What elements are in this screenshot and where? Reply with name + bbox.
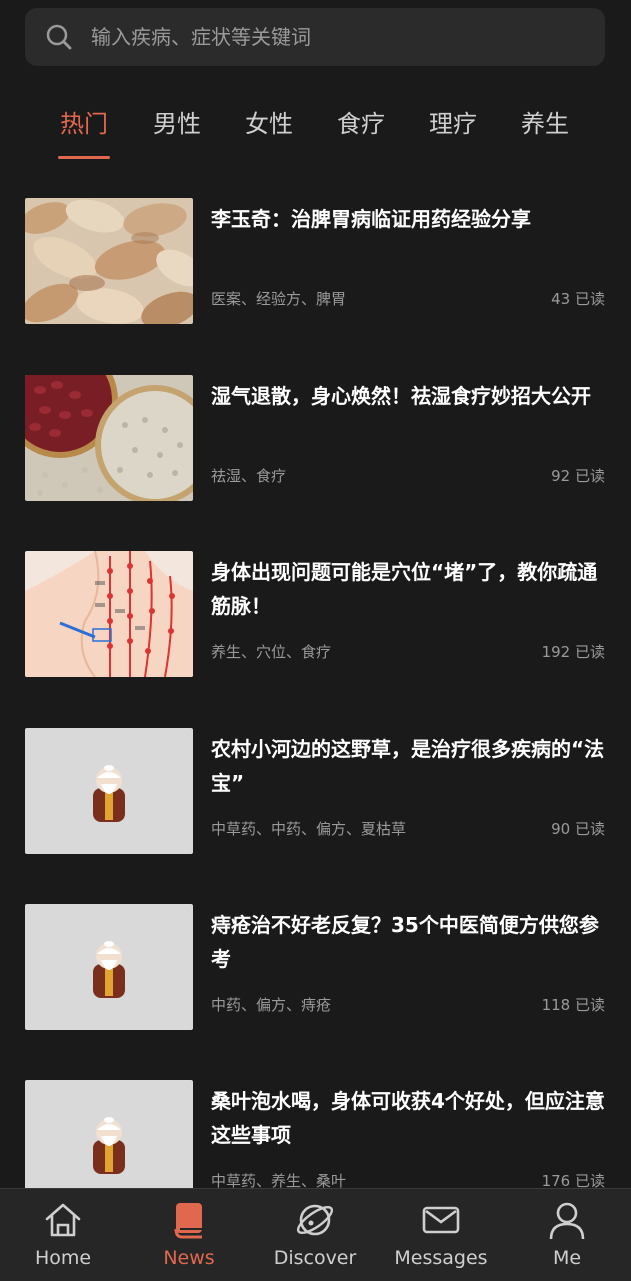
tab-label: 养生: [521, 110, 569, 138]
search-input[interactable]: [89, 24, 573, 50]
article-item[interactable]: 痔疮治不好老反复？35个中医简便方供您参考 中药、偏方、痔疮 118 已读: [25, 904, 605, 1030]
tab-hot[interactable]: 热门: [49, 106, 119, 159]
tab-label: 热门: [60, 110, 108, 138]
search-icon: [46, 24, 72, 50]
tab-label: 理疗: [429, 110, 477, 138]
article-title: 湿气退散，身心焕然！祛湿食疗妙招大公开: [211, 384, 591, 408]
nav-label: Home: [34, 1247, 92, 1269]
nav-label: News: [163, 1247, 215, 1269]
bottom-nav: Home News Discover Messages Me: [0, 1188, 631, 1281]
tab-active-indicator: [58, 156, 110, 159]
article-item[interactable]: 湿气退散，身心焕然！祛湿食疗妙招大公开 祛湿、食疗 92 已读: [25, 375, 605, 501]
article-item[interactable]: 身体出现问题可能是穴位“堵”了，教你疏通筋脉！ 养生、穴位、食疗 192 已读: [25, 551, 605, 677]
elder-mascot-icon: [25, 904, 193, 1030]
search-bar[interactable]: [25, 8, 605, 66]
category-tabs: 热门 男性 女性 食疗 理疗 养生: [0, 106, 631, 162]
article-thumbnail: [25, 198, 193, 324]
article-tags: 祛湿、食疗: [211, 467, 287, 485]
home-icon: [45, 1203, 81, 1237]
messages-envelope-icon: [422, 1206, 460, 1234]
nav-discover[interactable]: Discover: [252, 1189, 378, 1281]
article-read-count: 118 已读: [541, 996, 605, 1014]
nav-home[interactable]: Home: [0, 1189, 126, 1281]
article-title: 李玉奇：治脾胃病临证用药经验分享: [211, 207, 531, 231]
nav-label: Me: [552, 1247, 582, 1269]
article-read-count: 92 已读: [551, 467, 605, 485]
article-tags: 养生、穴位、食疗: [211, 643, 332, 661]
article-tags: 医案、经验方、脾胃: [211, 290, 347, 308]
tab-diet-therapy[interactable]: 食疗: [326, 106, 396, 142]
tab-label: 男性: [153, 110, 201, 138]
nav-label: Discover: [273, 1247, 357, 1269]
tab-wellness[interactable]: 养生: [510, 106, 580, 142]
article-item[interactable]: 李玉奇：治脾胃病临证用药经验分享 医案、经验方、脾胃 43 已读: [25, 198, 605, 324]
article-tags: 中药、偏方、痔疮: [211, 996, 332, 1014]
article-title: 桑叶泡水喝，身体可收获4个好处，但应注意这些事项: [211, 1089, 605, 1147]
tab-label: 女性: [245, 110, 293, 138]
tab-female[interactable]: 女性: [234, 106, 304, 142]
article-item[interactable]: 农村小河边的这野草，是治疗很多疾病的“法宝” 中草药、中药、偏方、夏枯草 90 …: [25, 728, 605, 854]
discover-planet-icon: [296, 1204, 334, 1236]
nav-messages[interactable]: Messages: [378, 1189, 504, 1281]
article-tags: 中草药、中药、偏方、夏枯草: [211, 820, 407, 838]
article-read-count: 43 已读: [551, 290, 605, 308]
article-read-count: 192 已读: [541, 643, 605, 661]
tab-male[interactable]: 男性: [142, 106, 212, 142]
article-title: 身体出现问题可能是穴位“堵”了，教你疏通筋脉！: [211, 560, 598, 618]
article-thumbnail: [25, 551, 193, 677]
elder-mascot-icon: [25, 728, 193, 854]
article-thumbnail: [25, 375, 193, 501]
nav-me[interactable]: Me: [504, 1189, 630, 1281]
article-title: 农村小河边的这野草，是治疗很多疾病的“法宝”: [211, 737, 605, 795]
article-thumbnail: [25, 728, 193, 854]
news-book-icon: [174, 1203, 202, 1239]
article-thumbnail: [25, 904, 193, 1030]
tab-label: 食疗: [337, 110, 385, 138]
nav-news[interactable]: News: [126, 1189, 252, 1281]
tab-physiotherapy[interactable]: 理疗: [418, 106, 488, 142]
nav-label: Messages: [394, 1247, 488, 1269]
article-read-count: 90 已读: [551, 820, 605, 838]
article-title: 痔疮治不好老反复？35个中医简便方供您参考: [211, 913, 599, 971]
me-person-icon: [549, 1202, 585, 1240]
